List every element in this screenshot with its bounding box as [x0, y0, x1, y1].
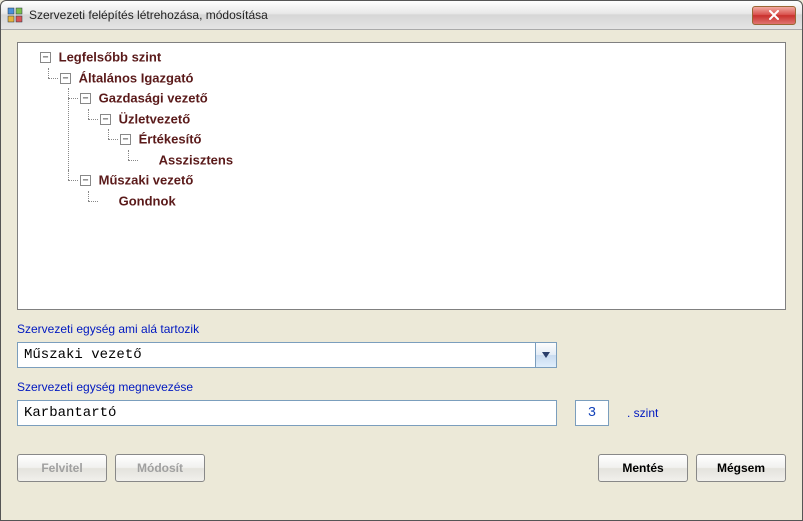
parent-combobox-input[interactable]: [17, 342, 535, 368]
name-input[interactable]: [17, 400, 557, 426]
tree-node[interactable]: − Legfelsőbb szint − Általános Igazgató …: [20, 47, 783, 212]
modosit-button[interactable]: Módosít: [115, 454, 205, 482]
tree-node-label: Általános Igazgató: [79, 70, 194, 85]
cancel-button[interactable]: Mégsem: [696, 454, 786, 482]
tree-node-label: Gazdasági vezető: [99, 91, 208, 106]
tree-node[interactable]: − Műszaki vezető Gondnok: [60, 170, 783, 211]
save-button[interactable]: Mentés: [598, 454, 688, 482]
level-suffix-label: . szint: [627, 406, 658, 420]
tree-node[interactable]: Gondnok: [80, 191, 783, 212]
tree-node-label: Asszisztens: [159, 152, 233, 167]
tree-node-label: Legfelsőbb szint: [59, 50, 162, 65]
tree-node[interactable]: − Gazdasági vezető − Üzletvezető: [60, 88, 783, 170]
window-title: Szervezeti felépítés létrehozása, módosí…: [29, 8, 752, 22]
tree-node-label: Gondnok: [119, 194, 176, 209]
level-display: 3: [575, 400, 609, 426]
tree-node[interactable]: Asszisztens: [120, 150, 783, 171]
collapse-icon[interactable]: −: [80, 93, 91, 104]
collapse-icon[interactable]: −: [40, 52, 51, 63]
app-icon: [7, 7, 23, 23]
close-icon: [769, 10, 779, 20]
name-field-group: Szervezeti egység megnevezése 3 . szint: [17, 380, 786, 426]
felvitel-button[interactable]: Felvitel: [17, 454, 107, 482]
tree-node[interactable]: − Értékesítő Asszisztens: [100, 129, 783, 170]
parent-field-group: Szervezeti egység ami alá tartozik: [17, 322, 786, 368]
name-field-label: Szervezeti egység megnevezése: [17, 380, 786, 394]
collapse-icon[interactable]: −: [100, 114, 111, 125]
dialog-window: Szervezeti felépítés létrehozása, módosí…: [0, 0, 803, 521]
tree-node[interactable]: − Üzletvezető − Értékesítő: [80, 109, 783, 171]
titlebar: Szervezeti felépítés létrehozása, módosí…: [1, 1, 802, 30]
tree-node-label: Értékesítő: [139, 132, 202, 147]
chevron-down-icon: [542, 352, 550, 358]
close-button[interactable]: [752, 6, 796, 25]
org-tree[interactable]: − Legfelsőbb szint − Általános Igazgató …: [17, 42, 786, 310]
tree-node-label: Műszaki vezető: [99, 173, 194, 188]
tree-node-label: Üzletvezető: [119, 111, 191, 126]
collapse-icon[interactable]: −: [80, 175, 91, 186]
collapse-icon[interactable]: −: [60, 73, 71, 84]
parent-combobox-button[interactable]: [535, 342, 557, 368]
collapse-icon[interactable]: −: [120, 134, 131, 145]
tree-node[interactable]: − Általános Igazgató − Gazdasági vezető …: [40, 68, 783, 212]
dialog-content: − Legfelsőbb szint − Általános Igazgató …: [1, 30, 802, 520]
parent-combobox[interactable]: [17, 342, 557, 368]
button-row: Felvitel Módosít Mentés Mégsem: [17, 454, 786, 482]
parent-field-label: Szervezeti egység ami alá tartozik: [17, 322, 786, 336]
